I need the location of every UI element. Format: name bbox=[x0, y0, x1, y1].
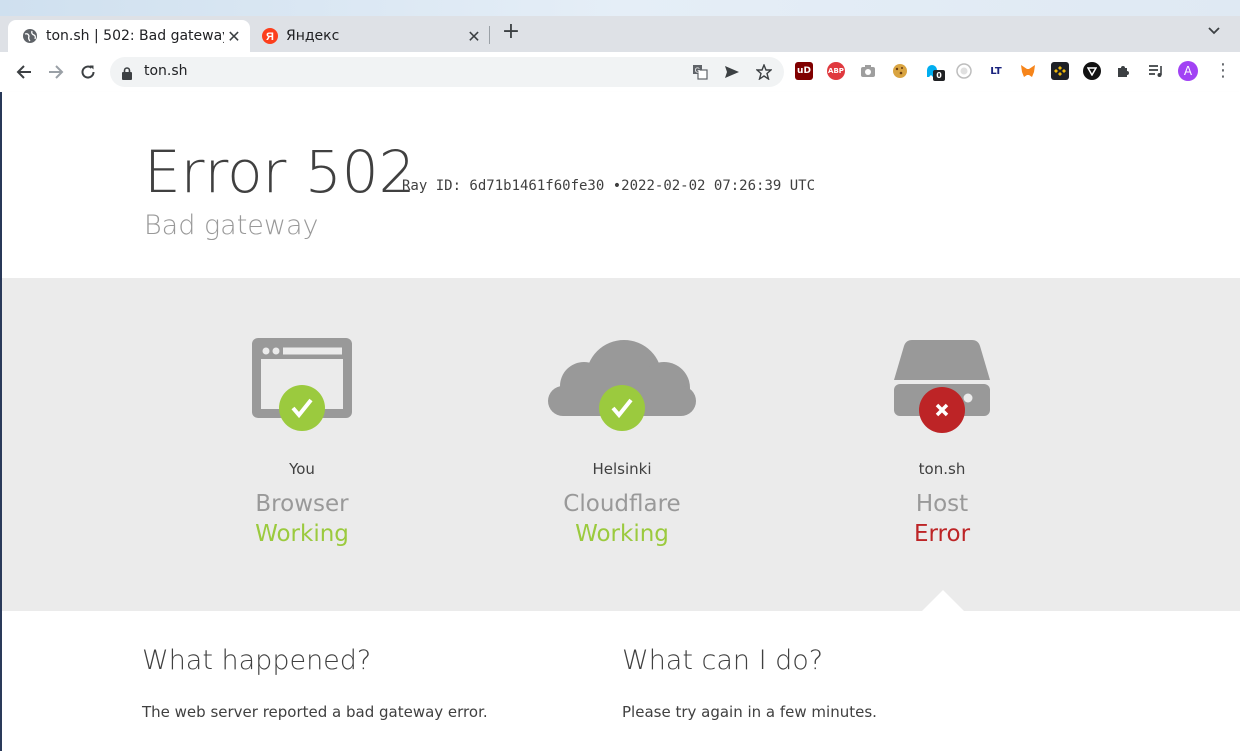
node-status: Working bbox=[255, 521, 349, 547]
svg-text:Я: Я bbox=[266, 31, 274, 43]
cookie-icon[interactable] bbox=[891, 62, 909, 80]
check-icon bbox=[599, 385, 645, 431]
tab-yandex[interactable]: Я Яндекс ✕ bbox=[254, 20, 490, 52]
explanation-section: What happened? The web server reported a… bbox=[2, 611, 1240, 751]
url-text[interactable]: ton.sh bbox=[144, 63, 188, 79]
check-icon bbox=[279, 385, 325, 431]
node-location: ton.sh bbox=[918, 460, 966, 478]
node-role: Cloudflare bbox=[563, 491, 681, 517]
window-top-strip bbox=[0, 0, 1240, 16]
tab-bar: ton.sh | 502: Bad gateway ✕ Я Яндекс ✕ + bbox=[0, 16, 1240, 52]
reload-button[interactable] bbox=[76, 60, 100, 84]
error-timestamp: 2022-02-02 07:26:39 UTC bbox=[621, 178, 816, 194]
back-button[interactable] bbox=[12, 60, 36, 84]
metamask-icon[interactable] bbox=[1019, 62, 1037, 80]
what-happened-heading: What happened? bbox=[142, 645, 372, 676]
forward-button[interactable] bbox=[44, 60, 68, 84]
close-icon[interactable]: ✕ bbox=[224, 27, 244, 46]
ghostery-icon[interactable]: 0 bbox=[923, 62, 945, 81]
menu-kebab-icon[interactable]: ⋮ bbox=[1214, 60, 1232, 84]
yandex-icon: Я bbox=[262, 28, 278, 44]
ray-id: Ray ID: 6d71b1461f60fe30 bbox=[402, 178, 605, 194]
abp-icon[interactable]: ABP bbox=[827, 62, 845, 80]
what-can-i-do-heading: What can I do? bbox=[622, 645, 824, 676]
ghostery-count-badge: 0 bbox=[933, 70, 945, 81]
error-title: Error 502 bbox=[144, 138, 416, 206]
ublock-label: uD bbox=[797, 66, 811, 76]
what-can-i-do-text: Please try again in a few minutes. bbox=[622, 703, 877, 721]
lt-label: LT bbox=[990, 65, 1002, 77]
binance-icon[interactable] bbox=[1051, 62, 1069, 80]
profile-avatar[interactable]: A bbox=[1178, 61, 1198, 81]
node-location: You bbox=[289, 460, 315, 478]
lt-icon[interactable]: LT bbox=[987, 62, 1005, 80]
bookmark-star-icon[interactable] bbox=[756, 64, 772, 80]
arrow-right-icon bbox=[49, 65, 64, 79]
status-diagram: You Browser Working Helsinki Cloudflare … bbox=[2, 278, 1240, 611]
close-icon[interactable]: ✕ bbox=[464, 27, 484, 46]
address-bar[interactable]: ton.sh G bbox=[110, 57, 784, 87]
circle-icon[interactable] bbox=[955, 62, 973, 80]
globe-icon bbox=[22, 28, 38, 44]
what-happened-text: The web server reported a bad gateway er… bbox=[142, 703, 488, 721]
lock-icon[interactable] bbox=[122, 65, 132, 84]
node-role: Host bbox=[915, 491, 969, 517]
tab-ton-sh[interactable]: ton.sh | 502: Bad gateway ✕ bbox=[8, 20, 250, 52]
tab-separator bbox=[489, 26, 490, 44]
error-subtitle: Bad gateway bbox=[144, 210, 319, 241]
tab-title: Яндекс bbox=[286, 28, 340, 44]
translate-icon[interactable]: G bbox=[692, 64, 708, 80]
reload-icon bbox=[81, 65, 95, 79]
node-status: Working bbox=[575, 521, 669, 547]
vpn-icon[interactable] bbox=[1083, 62, 1101, 80]
tab-title: ton.sh | 502: Bad gateway bbox=[46, 28, 224, 44]
ublock-icon[interactable]: uD bbox=[795, 62, 813, 80]
bullet-separator: • bbox=[612, 178, 622, 194]
svg-text:G: G bbox=[695, 68, 700, 75]
puzzle-icon[interactable] bbox=[1115, 62, 1133, 80]
chevron-down-icon bbox=[1208, 27, 1220, 35]
media-icon[interactable] bbox=[1147, 62, 1165, 80]
camera-icon[interactable] bbox=[859, 62, 877, 80]
node-status: Error bbox=[913, 521, 971, 547]
node-location: Helsinki bbox=[592, 460, 652, 478]
error-x-icon bbox=[919, 387, 965, 433]
arrow-left-icon bbox=[16, 65, 31, 79]
browser-toolbar: ton.sh G uD ABP 0 LT A ⋮ bbox=[0, 52, 1240, 93]
error-header: Error 502 Ray ID: 6d71b1461f60fe30 •2022… bbox=[2, 92, 1240, 278]
node-role: Browser bbox=[255, 491, 349, 517]
error-pointer bbox=[922, 590, 964, 611]
abp-label: ABP bbox=[828, 67, 844, 75]
ray-info: Ray ID: 6d71b1461f60fe30 •2022-02-02 07:… bbox=[402, 178, 815, 194]
new-tab-button[interactable]: + bbox=[500, 21, 522, 44]
tab-search-button[interactable] bbox=[1204, 24, 1224, 46]
send-icon[interactable] bbox=[724, 64, 740, 80]
